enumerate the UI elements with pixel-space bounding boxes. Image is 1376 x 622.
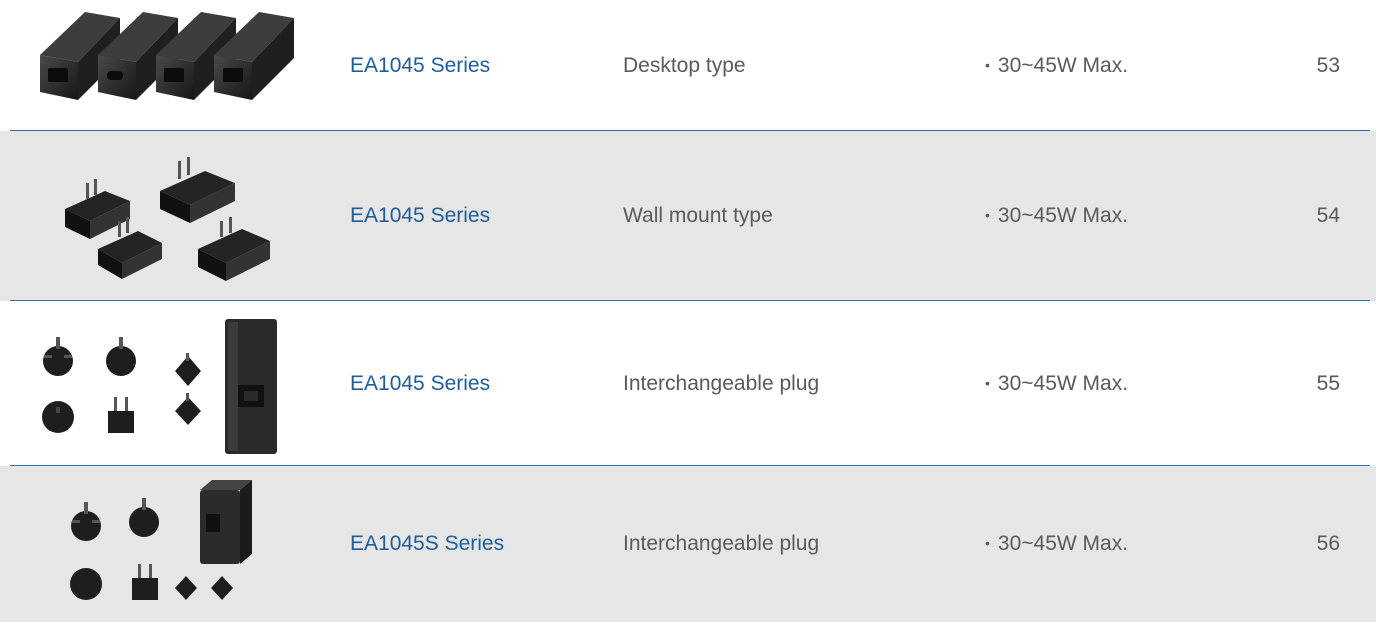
bullet-icon: • — [985, 535, 990, 551]
product-type: Desktop type — [623, 53, 746, 77]
product-table: EA1045 Series Desktop type • 30~45W Max.… — [0, 0, 1376, 622]
desktop-adapters-icon — [20, 0, 310, 131]
product-type: Interchangeable plug — [623, 371, 820, 395]
power-value: 30~45W Max. — [997, 53, 1129, 77]
page-number: 55 — [1316, 371, 1340, 395]
page-number: 53 — [1316, 53, 1340, 77]
power-value: 30~45W Max. — [997, 371, 1129, 395]
interchangeable-plugs-icon — [20, 301, 310, 466]
page-number: 54 — [1316, 204, 1340, 227]
table-row: EA1045 Series Wall mount type • 30~45W M… — [0, 131, 1376, 301]
power-value: 30~45W Max. — [997, 204, 1129, 227]
table-row: EA1045 Series Desktop type • 30~45W Max.… — [0, 0, 1376, 131]
bullet-icon: • — [985, 374, 990, 391]
power-spec: • 30~45W Max. — [985, 466, 1128, 622]
table-row: EA1045S Series Interchangeable plug • 30… — [0, 466, 1376, 622]
power-spec: • 30~45W Max. — [985, 131, 1128, 301]
power-value: 30~45W Max. — [997, 532, 1129, 555]
table-row: EA1045 Series Interchangeable plug • 30~… — [0, 301, 1376, 466]
series-link[interactable]: EA1045 Series — [350, 0, 490, 131]
product-type: Interchangeable plug — [623, 532, 820, 555]
wall-mount-adapters-icon — [20, 131, 310, 301]
page-number: 56 — [1316, 532, 1340, 555]
product-type: Wall mount type — [623, 204, 773, 227]
power-spec: • 30~45W Max. — [985, 0, 1128, 131]
bullet-icon: • — [985, 207, 990, 223]
power-spec: • 30~45W Max. — [985, 301, 1128, 466]
interchangeable-plugs-compact-icon — [20, 466, 310, 622]
series-link[interactable]: EA1045 Series — [350, 301, 490, 466]
bullet-icon: • — [985, 56, 990, 73]
series-link[interactable]: EA1045 Series — [350, 131, 490, 301]
series-link[interactable]: EA1045S Series — [350, 466, 504, 622]
